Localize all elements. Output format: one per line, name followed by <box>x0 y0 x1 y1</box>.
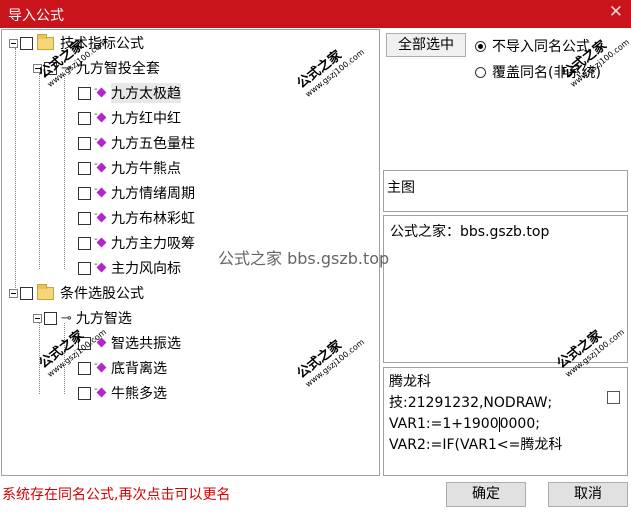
description-text: 公式之家：bbs.gszb.top <box>390 224 550 240</box>
tree-node-screener-folder[interactable]: 条件选股公式 <box>9 282 144 304</box>
tree-node-formula[interactable]: 九方布林彩虹 <box>78 207 195 229</box>
close-icon[interactable]: ✕ <box>609 2 623 22</box>
collapse-icon[interactable] <box>33 313 42 323</box>
code-line: 技:21291232,NODRAW; <box>389 395 553 411</box>
formula-icon <box>94 259 107 274</box>
collapse-icon[interactable] <box>9 288 18 298</box>
node-checkbox[interactable] <box>20 36 33 50</box>
window-title: 导入公式 <box>8 8 64 24</box>
radio-selected-icon[interactable] <box>475 40 486 52</box>
tree-connector <box>15 48 16 294</box>
code-checkbox[interactable] <box>607 391 620 404</box>
formula-icon <box>94 109 107 124</box>
tree-node-formula[interactable]: 九方情绪周期 <box>78 182 195 204</box>
radio-unselected-icon[interactable] <box>475 66 486 78</box>
formula-icon <box>94 159 107 174</box>
tree-node-label: 牛熊多选 <box>111 386 167 402</box>
node-checkbox[interactable] <box>78 261 91 275</box>
tree-node-label: 主力风向标 <box>111 261 181 277</box>
formula-icon <box>94 84 107 99</box>
tree-node-label: 条件选股公式 <box>60 286 144 302</box>
node-checkbox[interactable] <box>78 236 91 250</box>
tree-connector <box>39 73 40 269</box>
code-line-part: VAR1:=1+1900 <box>389 416 499 432</box>
tree-node-formula[interactable]: 主力风向标 <box>78 257 181 279</box>
select-all-button[interactable]: 全部选中 <box>386 33 466 57</box>
tree-node-formula[interactable]: 牛熊多选 <box>78 382 167 404</box>
node-checkbox[interactable] <box>78 161 91 175</box>
node-checkbox[interactable] <box>78 186 91 200</box>
tree-node-label: 九方五色量柱 <box>111 136 195 152</box>
node-checkbox[interactable] <box>78 111 91 125</box>
code-line-part: 0000; <box>499 416 540 432</box>
main-chart-panel: 主图 <box>383 170 628 212</box>
code-line: VAR1:=1+19000000; <box>389 414 562 435</box>
status-message: 系统存在同名公式,再次点击可以更名 <box>2 487 231 503</box>
center-watermark: 公式之家 bbs.gszb.top <box>218 249 390 268</box>
formula-code[interactable]: 腾龙科 技:21291232,NODRAW; VAR1:=1+19000000;… <box>389 372 562 456</box>
main-chart-label: 主图 <box>387 180 415 196</box>
tree-node-label: 九方主力吸筹 <box>111 236 195 252</box>
code-line: 腾龙科 <box>389 374 431 390</box>
folder-icon <box>37 283 54 300</box>
tree-node-label: 智选共振选 <box>111 336 181 352</box>
tree-node-formula[interactable]: 九方牛熊点 <box>78 157 181 179</box>
tree-node-formula[interactable]: 九方五色量柱 <box>78 132 195 154</box>
code-line: VAR2:=IF(VAR1<=腾龙科 <box>389 437 563 453</box>
formula-icon <box>94 134 107 149</box>
formula-icon <box>94 209 107 224</box>
title-bar: 导入公式 ✕ <box>0 0 631 28</box>
tree-node-label: 底背离选 <box>111 361 167 377</box>
tree-node-formula[interactable]: 九方太极趋 <box>78 82 181 104</box>
tree-node-formula[interactable]: 九方主力吸筹 <box>78 232 195 254</box>
node-checkbox[interactable] <box>20 286 33 300</box>
node-checkbox[interactable] <box>78 136 91 150</box>
tree-node-formula[interactable]: 九方红中红 <box>78 107 181 129</box>
tree-node-label: 九方布林彩虹 <box>111 211 195 227</box>
formula-icon <box>94 184 107 199</box>
tree-node-label: 九方太极趋 <box>111 83 181 103</box>
node-checkbox[interactable] <box>78 211 91 225</box>
node-checkbox[interactable] <box>44 311 57 325</box>
ok-button[interactable]: 确定 <box>446 482 526 507</box>
tree-node-label: 九方牛熊点 <box>111 161 181 177</box>
tree-node-label: 九方红中红 <box>111 111 181 127</box>
key-icon: ⊸ <box>61 310 72 326</box>
folder-icon <box>37 33 54 50</box>
cancel-button[interactable]: 取消 <box>548 482 628 507</box>
tree-node-label: 九方情绪周期 <box>111 186 195 202</box>
formula-icon <box>94 234 107 249</box>
formula-icon <box>94 384 107 399</box>
collapse-icon[interactable] <box>9 38 18 48</box>
node-checkbox[interactable] <box>78 386 91 400</box>
